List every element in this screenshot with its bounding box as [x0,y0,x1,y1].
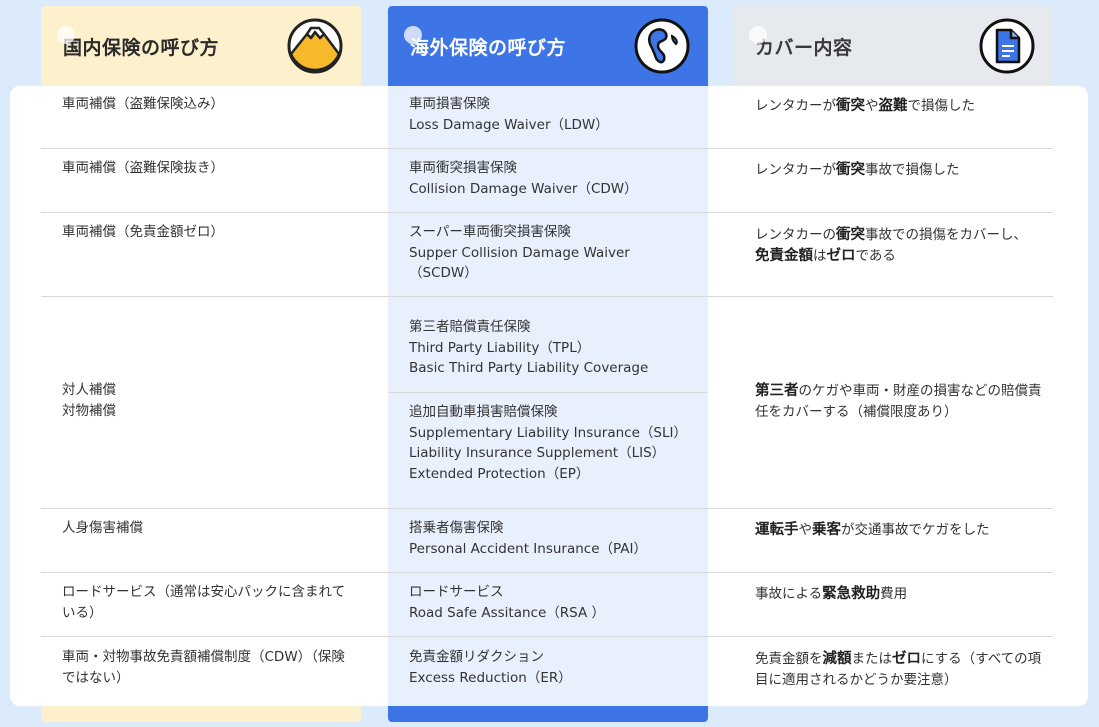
row-2-coverage: レンタカーが衝突事故で損傷した [755,162,960,178]
domestic-header: 国内保険の呼び方 [41,6,361,86]
row-1-overseas: 車両損害保険 Loss Damage Waiver（LDW） [409,96,609,133]
row-6-domestic: ロードサービス（通常は安心パックに含まれている） [62,584,346,621]
row-2-domestic: 車両補償（盗難保険抜き） [62,160,224,176]
row-5-coverage: 運転手や乗客が交通事故でケガをした [755,522,990,538]
coverage-header-title: カバー内容 [755,36,853,59]
row-1-coverage: レンタカーが衝突や盗難で損傷した [755,98,975,114]
row-4-coverage: 第三者のケガや車両・財産の損害などの賠償責任をカバーする（補償限度あり） [755,383,1042,420]
header-dot [404,26,422,44]
overseas-header-title: 海外保険の呼び方 [410,36,567,59]
row-2-overseas: 車両衝突損害保険 Collision Damage Waiver（CDW） [409,160,638,197]
overseas-header: 海外保険の呼び方 [388,6,708,86]
row-7-overseas: 免責金額リダクション Excess Reduction（ER） [409,649,572,686]
row-divider [41,296,1053,297]
domestic-header-title: 国内保険の呼び方 [63,36,220,59]
mount-fuji-icon [287,18,343,74]
row-1-domestic: 車両補償（盗難保険込み） [62,96,224,112]
row-4-domestic: 対人補償 対物補償 [62,382,116,419]
row-divider [41,572,1053,573]
header-dot [57,26,75,44]
row-3-coverage: レンタカーの衝突事故での損傷をカバーし、 免責金額はゼロである [755,227,1027,264]
row-divider [41,508,1053,509]
header-dot [749,26,767,44]
row-4-overseas-b: 追加自動車損害賠償保険 Supplementary Liability Insu… [409,404,687,482]
row-6-overseas: ロードサービス Road Safe Assitance（RSA ） [409,584,605,621]
row-5-overseas: 搭乗者傷害保険 Personal Accident Insurance（PAI） [409,520,648,557]
row-divider [41,636,1053,637]
row-3-overseas: スーパー車両衝突損害保険 Supper Collision Damage Wai… [409,224,630,281]
row-7-coverage: 免責金額を減額またはゼロにする（すべての項目に適用されるかどうか要注意） [755,651,1042,688]
globe-icon [634,18,690,74]
row-5-domestic: 人身傷害補償 [62,520,143,536]
row-6-coverage: 事故による緊急救助費用 [755,586,908,602]
row-4-overseas-a: 第三者賠償責任保険 Third Party Liability（TPL） Bas… [409,319,649,376]
row-3-domestic: 車両補償（免責金額ゼロ） [62,224,224,240]
row-divider [41,148,1053,149]
document-icon [979,18,1035,74]
coverage-header: カバー内容 [733,6,1053,86]
row-7-domestic: 車両・対物事故免責額補償制度（CDW）（保険ではない） [62,649,345,686]
row-subdivider [388,392,708,393]
row-divider [41,212,1053,213]
